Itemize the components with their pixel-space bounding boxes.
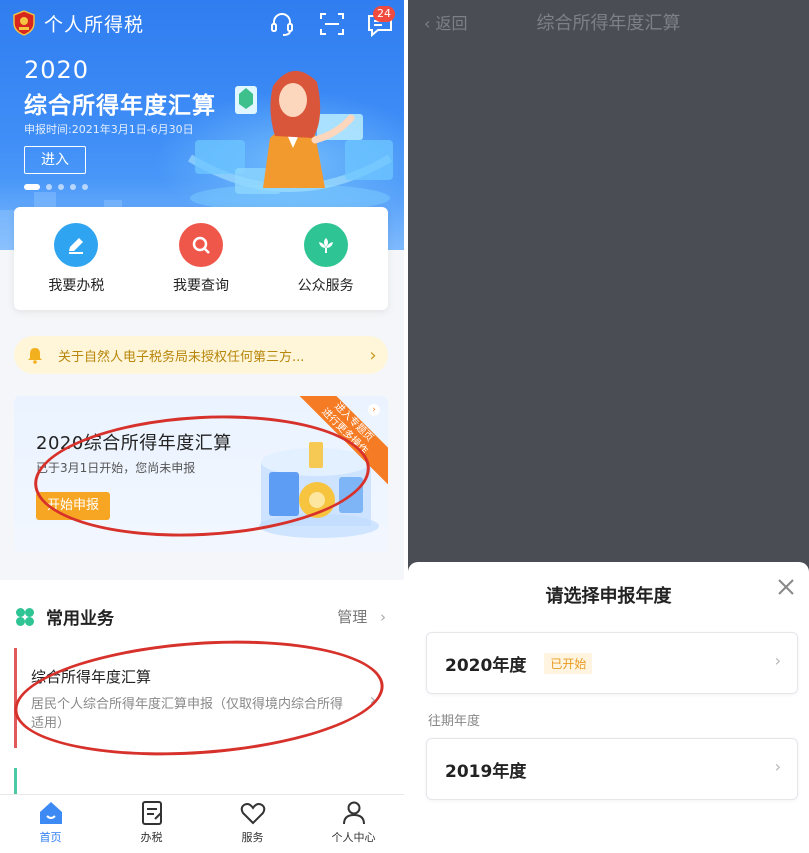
manage-label: 管理: [337, 608, 368, 626]
tab-label: 办税: [140, 831, 163, 844]
year-option-2020[interactable]: 2020年度 已开始 ›: [426, 632, 798, 694]
tab-label: 首页: [39, 831, 62, 844]
tab-label: 个人中心: [331, 831, 376, 844]
business-item-annual-settlement[interactable]: 综合所得年度汇算 居民个人综合所得年度汇算申报（仅取得境内综合所得适用） ›: [14, 648, 390, 748]
year-option-2019[interactable]: 2019年度 ›: [426, 738, 798, 800]
bottom-tab-bar: 首页 办税 服务 个人中心: [0, 794, 404, 853]
top-bar: 个人所得税 24: [0, 0, 404, 46]
annual-settlement-card[interactable]: 2020综合所得年度汇算 已于3月1日开始，您尚未申报 开始申报 进入专题页 进…: [14, 396, 388, 552]
right-screen: ‹ 返回 综合所得年度汇算 请选择申报年度 2020年度 已开始 › 往期年度 …: [408, 0, 809, 853]
edit-icon: [54, 223, 99, 267]
start-filing-button[interactable]: 开始申报: [36, 492, 110, 520]
manage-link[interactable]: 管理 ›: [337, 606, 386, 627]
past-years-label: 往期年度: [428, 714, 481, 729]
person-icon: [342, 801, 365, 825]
chevron-right-icon: ›: [369, 690, 376, 709]
promo-title: 2020综合所得年度汇算: [36, 433, 232, 454]
section-title: 常用业务: [46, 609, 114, 629]
tab-profile[interactable]: 个人中心: [303, 795, 404, 853]
search-icon: [179, 223, 223, 267]
tab-service[interactable]: 服务: [202, 795, 303, 853]
section-header: 常用业务: [14, 604, 114, 629]
quick-action-label: 公众服务: [297, 278, 354, 294]
home-icon: [39, 802, 62, 824]
heart-icon: [240, 803, 265, 825]
quick-action-tax[interactable]: 我要办税: [14, 207, 139, 310]
carousel-dot[interactable]: [82, 184, 88, 190]
chevron-right-icon: ›: [774, 757, 781, 776]
business-item-next-accent: [14, 768, 17, 794]
chevron-right-icon: ›: [369, 344, 377, 366]
quick-action-label: 我要办税: [48, 278, 105, 294]
tab-home[interactable]: 首页: [0, 795, 101, 853]
app-title: 个人所得税: [44, 14, 145, 36]
headset-icon[interactable]: [268, 10, 296, 38]
quick-action-label: 我要查询: [173, 278, 229, 294]
scan-icon[interactable]: [318, 10, 346, 38]
flower-icon: [303, 223, 348, 267]
business-item-description: 居民个人综合所得年度汇算申报（仅取得境内综合所得适用）: [31, 697, 344, 731]
carousel-dot[interactable]: [58, 184, 64, 190]
nav-bar: ‹ 返回 综合所得年度汇算: [408, 0, 809, 44]
year-label: 2020年度: [445, 655, 527, 676]
quick-action-public[interactable]: 公众服务: [263, 207, 388, 310]
banner-enter-button[interactable]: 进入: [24, 146, 86, 174]
nav-title: 综合所得年度汇算: [536, 13, 681, 34]
bell-icon: [28, 348, 42, 364]
carousel-dots[interactable]: [24, 184, 88, 190]
notice-text: 关于自然人电子税务局未授权任何第三方...: [58, 349, 305, 365]
tab-tax[interactable]: 办税: [101, 795, 202, 853]
tab-label: 服务: [241, 831, 264, 844]
close-icon[interactable]: [775, 576, 797, 598]
common-business-section: 常用业务 管理 › 综合所得年度汇算 居民个人综合所得年度汇算申报（仅取得境内综…: [0, 580, 404, 794]
chevron-right-icon: ›: [380, 608, 386, 626]
left-screen: 个人所得税 24 2020 综合所得年度汇算 申报时间:2021年3月1日-6月…: [0, 0, 404, 853]
clover-icon: [16, 607, 34, 626]
quick-action-query[interactable]: 我要查询: [139, 207, 264, 310]
banner-date: 申报时间:2021年3月1日-6月30日: [24, 123, 194, 136]
carousel-dot[interactable]: [24, 184, 40, 190]
banner-year: 2020: [24, 56, 90, 84]
message-badge: 24: [373, 6, 395, 22]
year-label: 2019年度: [445, 761, 527, 782]
document-icon: [141, 801, 162, 825]
notice-bar[interactable]: 关于自然人电子税务局未授权任何第三方... ›: [14, 336, 388, 374]
quick-actions-card: 我要办税 我要查询 公众服务: [14, 207, 388, 310]
promo-subtitle: 已于3月1日开始，您尚未申报: [36, 461, 196, 475]
year-select-sheet: 请选择申报年度 2020年度 已开始 › 往期年度 2019年度 ›: [408, 562, 809, 853]
sheet-title: 请选择申报年度: [545, 586, 672, 607]
chevron-right-icon: ›: [774, 651, 781, 670]
banner-illustration: [187, 70, 393, 208]
emblem-icon: [13, 10, 35, 36]
chevron-right-icon: ›: [368, 404, 380, 416]
carousel-dot[interactable]: [70, 184, 76, 190]
business-item-title: 综合所得年度汇算: [31, 668, 152, 686]
carousel-dot[interactable]: [46, 184, 52, 190]
status-badge: 已开始: [544, 652, 593, 674]
